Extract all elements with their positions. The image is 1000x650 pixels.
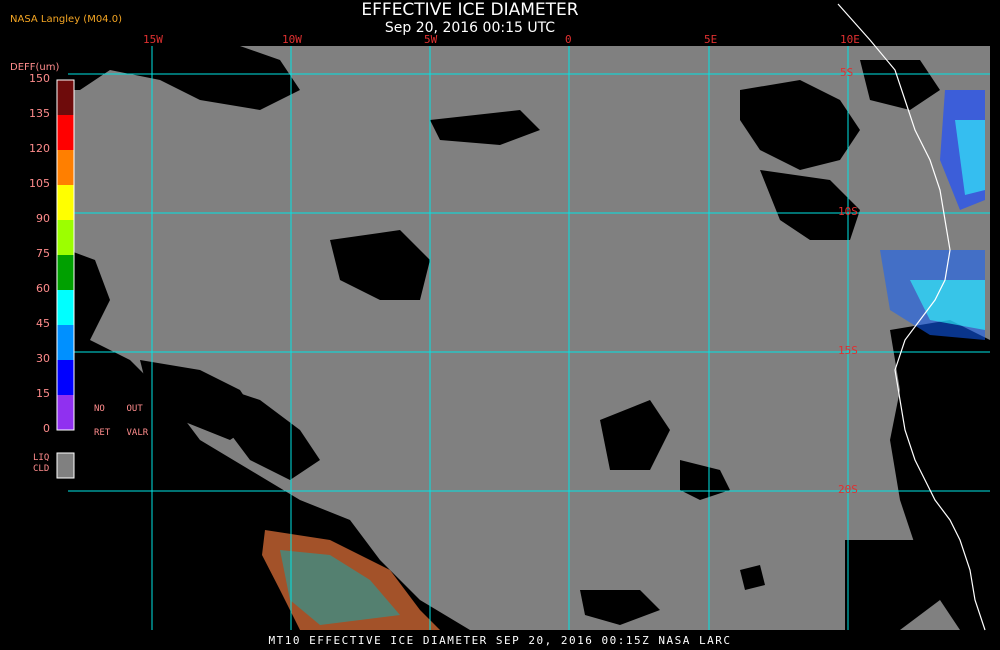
legend-color-bar [56, 79, 75, 431]
lat-label-10s: 10S [838, 205, 858, 218]
lon-label-10e: 10E [840, 33, 860, 46]
lon-label-10w: 10W [282, 33, 302, 46]
legend-tick-label: 75 [36, 247, 50, 260]
legend-swatch [57, 325, 74, 360]
legend-note-no-out: NO OUT [94, 404, 143, 414]
map-canvas [56, 3, 990, 631]
legend-tick-label: 45 [36, 317, 50, 330]
legend-tick-label: 90 [36, 212, 50, 225]
legend-cld-label: CLD [33, 464, 50, 474]
lat-label-20s: 20S [838, 483, 858, 496]
legend-swatch [57, 255, 74, 290]
legend-tick-label: 120 [29, 142, 50, 155]
map-title: EFFECTIVE ICE DIAMETER [361, 0, 579, 20]
data-source-label: NASA Langley (M04.0) [10, 14, 122, 25]
legend-tick-label: 150 [29, 72, 50, 85]
legend-swatch [57, 290, 74, 325]
legend-tick-label: 0 [43, 422, 50, 435]
legend-swatch [57, 115, 74, 150]
lat-label-5s: 5S [840, 66, 854, 79]
lon-label-5w: 5W [424, 33, 438, 46]
legend-swatch [57, 220, 74, 255]
lon-label-5e: 5E [704, 33, 718, 46]
legend-tick-label: 60 [36, 282, 50, 295]
legend-swatch [57, 360, 74, 395]
legend-swatch [57, 80, 74, 115]
liquid-cloud-swatch [56, 452, 75, 479]
legend-tick-label: 135 [29, 107, 50, 120]
footer-caption: MT10 EFFECTIVE ICE DIAMETER SEP 20, 2016… [268, 634, 732, 647]
legend-swatch [57, 150, 74, 185]
legend-note-ret-valr: RET VALR [94, 428, 149, 438]
legend-swatch [57, 185, 74, 220]
lon-label-15w: 15W [143, 33, 163, 46]
legend-tick-label: 30 [36, 352, 50, 365]
legend-liq-label: LIQ [33, 453, 50, 463]
legend-tick-label: 15 [36, 387, 50, 400]
lat-label-15s: 15S [838, 344, 858, 357]
lon-label-0: 0 [565, 33, 572, 46]
legend-swatch [57, 395, 74, 430]
map-timestamp: Sep 20, 2016 00:15 UTC [384, 20, 556, 36]
legend-tick-label: 105 [29, 177, 50, 190]
